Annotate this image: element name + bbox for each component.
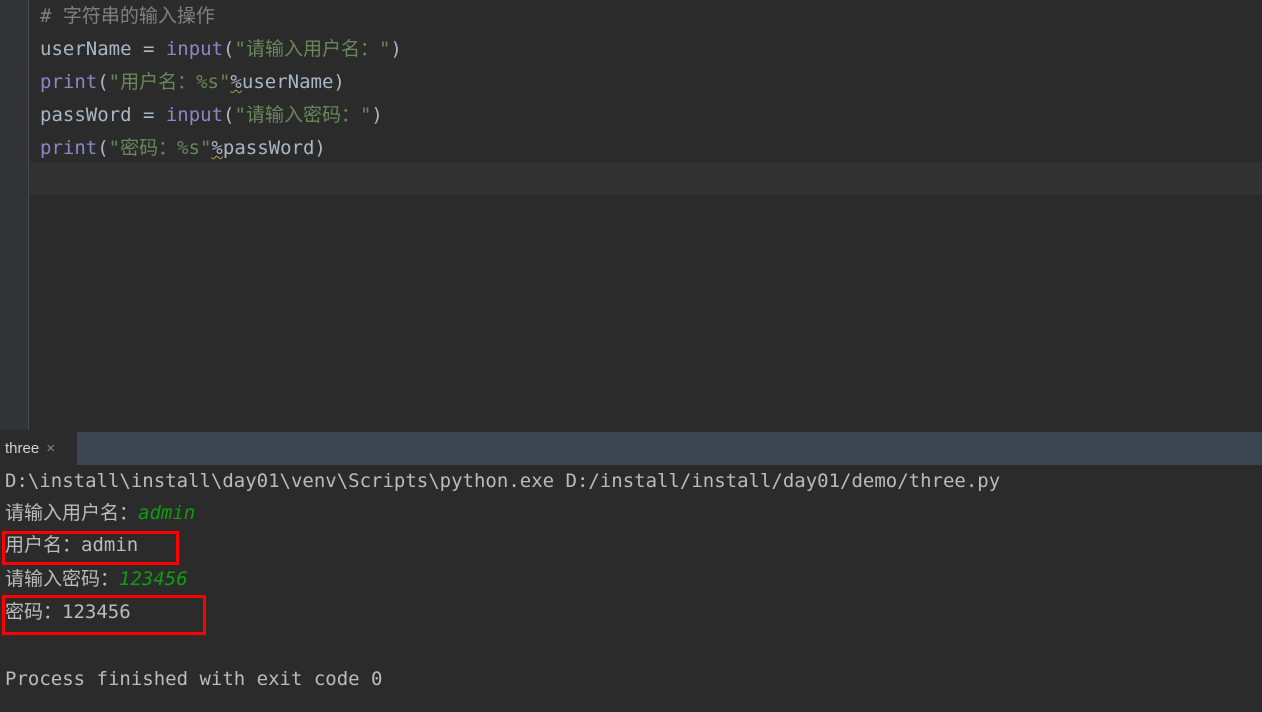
exit-status: Process finished with exit code 0 [5, 663, 383, 696]
code-token: ( [97, 137, 109, 159]
console-text-segment: Process finished with exit code 0 [5, 668, 383, 690]
console-text-segment: admin [138, 502, 196, 524]
run-tab-bar[interactable]: three × [0, 432, 1262, 465]
run-tab-three[interactable]: three × [0, 432, 77, 465]
prompt-username: 请输入用户名：admin [5, 497, 195, 530]
console-text-segment: 用户名：admin [5, 534, 139, 556]
code-token: input [165, 38, 224, 60]
close-icon[interactable]: × [46, 441, 55, 456]
code-line-3: print("用户名：%s"%userName) [40, 66, 345, 99]
console-text-segment: 密码：123456 [5, 601, 131, 623]
editor-code-area[interactable]: # 字符串的输入操作 userName = input("请输入用户名：") pri… [30, 0, 1262, 430]
code-token: input [165, 104, 224, 126]
code-token: "请输入用户名：" [234, 38, 391, 60]
code-token: = [142, 104, 166, 126]
command-line: D:\install\install\day01\venv\Scripts\py… [5, 465, 1000, 498]
output-password: 密码：123456 [5, 596, 131, 629]
code-token: ) [371, 104, 383, 126]
code-token: ( [97, 71, 109, 93]
code-token: # 字符串的输入操作 [40, 5, 215, 27]
prompt-password: 请输入密码：123456 [5, 563, 188, 596]
code-line-1: # 字符串的输入操作 [40, 0, 215, 33]
console-text-segment: D:\install\install\day01\venv\Scripts\py… [5, 470, 1001, 492]
code-line-2: userName = input("请输入用户名：") [40, 33, 402, 66]
code-token: "密码：%s" [108, 137, 212, 159]
editor-line-number-gutter[interactable] [0, 0, 29, 430]
console-text-segment: 123456 [119, 568, 188, 590]
console-text-segment: 请输入用户名： [5, 502, 139, 524]
code-editor-pane[interactable]: # 字符串的输入操作 userName = input("请输入用户名：") pri… [0, 0, 1262, 430]
console-text-segment: 请输入密码： [5, 568, 120, 590]
code-token: print [40, 137, 98, 159]
code-token: passWord [222, 137, 315, 159]
console-output[interactable]: D:\install\install\day01\venv\Scripts\py… [0, 465, 1262, 712]
code-token: "请输入密码：" [234, 104, 372, 126]
code-token: ) [333, 71, 345, 93]
code-token: ) [314, 137, 326, 159]
code-token: = [142, 38, 166, 60]
code-line-4: passWord = input("请输入密码：") [40, 99, 383, 132]
code-token: ( [223, 38, 235, 60]
code-token: userName [40, 38, 143, 60]
code-token: passWord [40, 104, 143, 126]
code-token: % [230, 71, 242, 93]
code-token: ( [223, 104, 235, 126]
run-tab-label: three [5, 440, 40, 457]
output-username: 用户名：admin [5, 529, 138, 562]
code-token: userName [241, 71, 334, 93]
run-tool-window[interactable]: three × D:\install\install\day01\venv\Sc… [0, 430, 1262, 712]
code-token: "用户名：%s" [108, 71, 231, 93]
code-line-5: print("密码：%s"%passWord) [40, 132, 326, 165]
code-token: ) [390, 38, 402, 60]
code-token: print [40, 71, 98, 93]
code-token: % [211, 137, 223, 159]
